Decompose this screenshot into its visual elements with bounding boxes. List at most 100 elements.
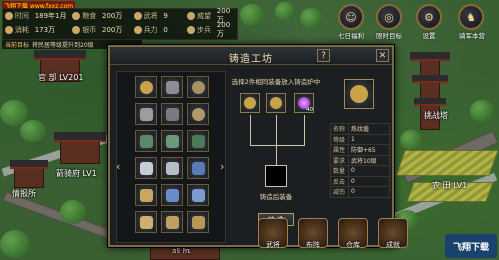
scroll-icon bbox=[191, 215, 205, 229]
equipment-slot[interactable] bbox=[161, 103, 183, 125]
selected-equipment-slot bbox=[344, 79, 374, 109]
academy-roof bbox=[54, 132, 106, 142]
connector-line bbox=[250, 145, 305, 146]
equipment-slot[interactable] bbox=[187, 76, 209, 98]
book-icon bbox=[191, 161, 205, 175]
arrow-right-icon[interactable]: › bbox=[220, 160, 224, 173]
shield-icon bbox=[139, 80, 153, 94]
resource-row-1: 时间 189年1月 粮食 200万 武将 9 威望 200万 bbox=[3, 7, 237, 24]
tree bbox=[60, 200, 86, 224]
resource-value: 200万 bbox=[101, 26, 123, 34]
cloth-icon bbox=[165, 161, 179, 175]
equipment-slot[interactable] bbox=[135, 184, 157, 206]
intel-roof bbox=[10, 160, 48, 169]
book-icon bbox=[165, 188, 179, 202]
resource-label: 粮食 bbox=[82, 12, 97, 20]
prestige-icon bbox=[187, 12, 196, 20]
table-row: 属性 防御+65 bbox=[330, 144, 390, 156]
resource-label: 兵力 bbox=[143, 26, 158, 34]
time-icon bbox=[5, 12, 13, 20]
intel-building[interactable] bbox=[14, 168, 44, 188]
modal-header: ? 铸造工坊 ✕ bbox=[110, 47, 392, 65]
formation-label: 布阵 bbox=[306, 241, 320, 249]
tower-roof-3 bbox=[414, 98, 446, 106]
shield-icon bbox=[244, 97, 256, 109]
equipment-slot[interactable] bbox=[161, 184, 183, 206]
map-label-challenge[interactable]: 挑战塔 bbox=[424, 110, 448, 121]
stat-key: 数量 bbox=[330, 165, 349, 177]
troops-icon bbox=[133, 26, 142, 34]
cavalry-camp-icon[interactable]: ♞ bbox=[458, 4, 484, 30]
consumption-icon bbox=[5, 26, 13, 34]
table-row: 名称 炼纹盾 bbox=[330, 123, 390, 135]
resource-label: 威望 bbox=[197, 12, 212, 20]
equipment-slot[interactable] bbox=[161, 76, 183, 98]
forge-instruction: 选择2件相同装备放入铸造炉中 bbox=[231, 78, 321, 86]
resource-row-2: 消耗 173万 银币 200万 兵力 0 步兵 200万 bbox=[3, 21, 237, 38]
equipment-slot[interactable] bbox=[161, 211, 183, 233]
scroll-icon bbox=[139, 215, 153, 229]
table-row: 反击 0 bbox=[330, 175, 390, 187]
connector-line bbox=[304, 115, 305, 145]
forge-input-slot-2[interactable] bbox=[266, 93, 286, 113]
map-label-academy[interactable]: 箭骑府 LV1 bbox=[56, 168, 97, 179]
forge-input-slot-1[interactable] bbox=[240, 93, 260, 113]
silver-icon bbox=[72, 26, 81, 34]
infantry-icon bbox=[187, 26, 196, 34]
warehouse-label: 仓库 bbox=[346, 241, 360, 249]
shield-icon bbox=[270, 97, 282, 109]
shield-icon bbox=[191, 80, 205, 94]
resource-label: 时间 bbox=[14, 12, 29, 20]
tower-roof-1 bbox=[410, 52, 450, 61]
forge-workshop-modal: ? 铸造工坊 ✕ ‹ › 选择2件相同装备放入铸造炉中 40 铸造后装备 名称 … bbox=[108, 45, 394, 247]
site-logo: 飞翔下载 bbox=[445, 234, 497, 258]
equipment-slot[interactable] bbox=[161, 130, 183, 152]
timed-target-icon[interactable]: ◎ bbox=[376, 4, 402, 30]
settings-label: 设置 bbox=[422, 32, 436, 40]
stat-value: 武将10级 bbox=[348, 154, 390, 166]
equipment-slot[interactable] bbox=[135, 76, 157, 98]
forge-result-slot[interactable] bbox=[265, 165, 287, 187]
tree bbox=[470, 100, 494, 122]
resource-value: 200万 bbox=[216, 21, 231, 38]
grain-icon bbox=[72, 12, 81, 20]
stat-value: 炼纹盾 bbox=[348, 123, 390, 135]
academy-building[interactable] bbox=[60, 140, 100, 164]
connector-line bbox=[276, 115, 277, 145]
equipment-slot[interactable] bbox=[187, 184, 209, 206]
equipment-slot[interactable] bbox=[135, 157, 157, 179]
equipment-slot[interactable] bbox=[161, 157, 183, 179]
settings-gear-icon[interactable]: ⚙ bbox=[416, 4, 442, 30]
seven-day-bonus-icon[interactable]: ☺ bbox=[338, 4, 364, 30]
forge-result-label: 铸造后装备 bbox=[259, 193, 293, 201]
material-count: 40 bbox=[306, 107, 313, 113]
equipment-slot[interactable] bbox=[187, 130, 209, 152]
equipment-slot[interactable] bbox=[187, 103, 209, 125]
tower-roof-2 bbox=[412, 75, 448, 83]
cloth-icon bbox=[139, 161, 153, 175]
target-label: 当前目标 bbox=[5, 42, 30, 49]
helmet-icon bbox=[165, 107, 179, 121]
map-label-office[interactable]: 官 部 LV201 bbox=[38, 72, 83, 83]
arrow-left-icon[interactable]: ‹ bbox=[116, 160, 120, 173]
table-row: 要求 武将10级 bbox=[330, 154, 390, 166]
equipment-slot[interactable] bbox=[187, 157, 209, 179]
resource-label: 武将 bbox=[143, 12, 158, 20]
equipment-slot[interactable] bbox=[187, 211, 209, 233]
resource-label: 银币 bbox=[82, 26, 97, 34]
stat-value: 0 bbox=[348, 186, 390, 198]
stat-key: 减伤 bbox=[330, 186, 349, 198]
map-label-intel[interactable]: 情报所 bbox=[12, 188, 36, 199]
office-roof bbox=[34, 50, 86, 60]
equipment-slot[interactable] bbox=[135, 211, 157, 233]
equipment-slot[interactable] bbox=[135, 130, 157, 152]
farm-field[interactable] bbox=[395, 150, 499, 176]
resource-value: 9 bbox=[163, 12, 168, 20]
target-text: 将民居等级提升到20级 bbox=[32, 42, 94, 49]
helmet-icon bbox=[165, 80, 179, 94]
map-label-farm[interactable]: 农 田 LV1 bbox=[432, 180, 467, 191]
table-row: 等级 1 bbox=[330, 133, 390, 145]
equipment-slot[interactable] bbox=[135, 103, 157, 125]
close-button[interactable]: ✕ bbox=[376, 49, 389, 62]
resource-value: 200万 bbox=[101, 12, 123, 20]
